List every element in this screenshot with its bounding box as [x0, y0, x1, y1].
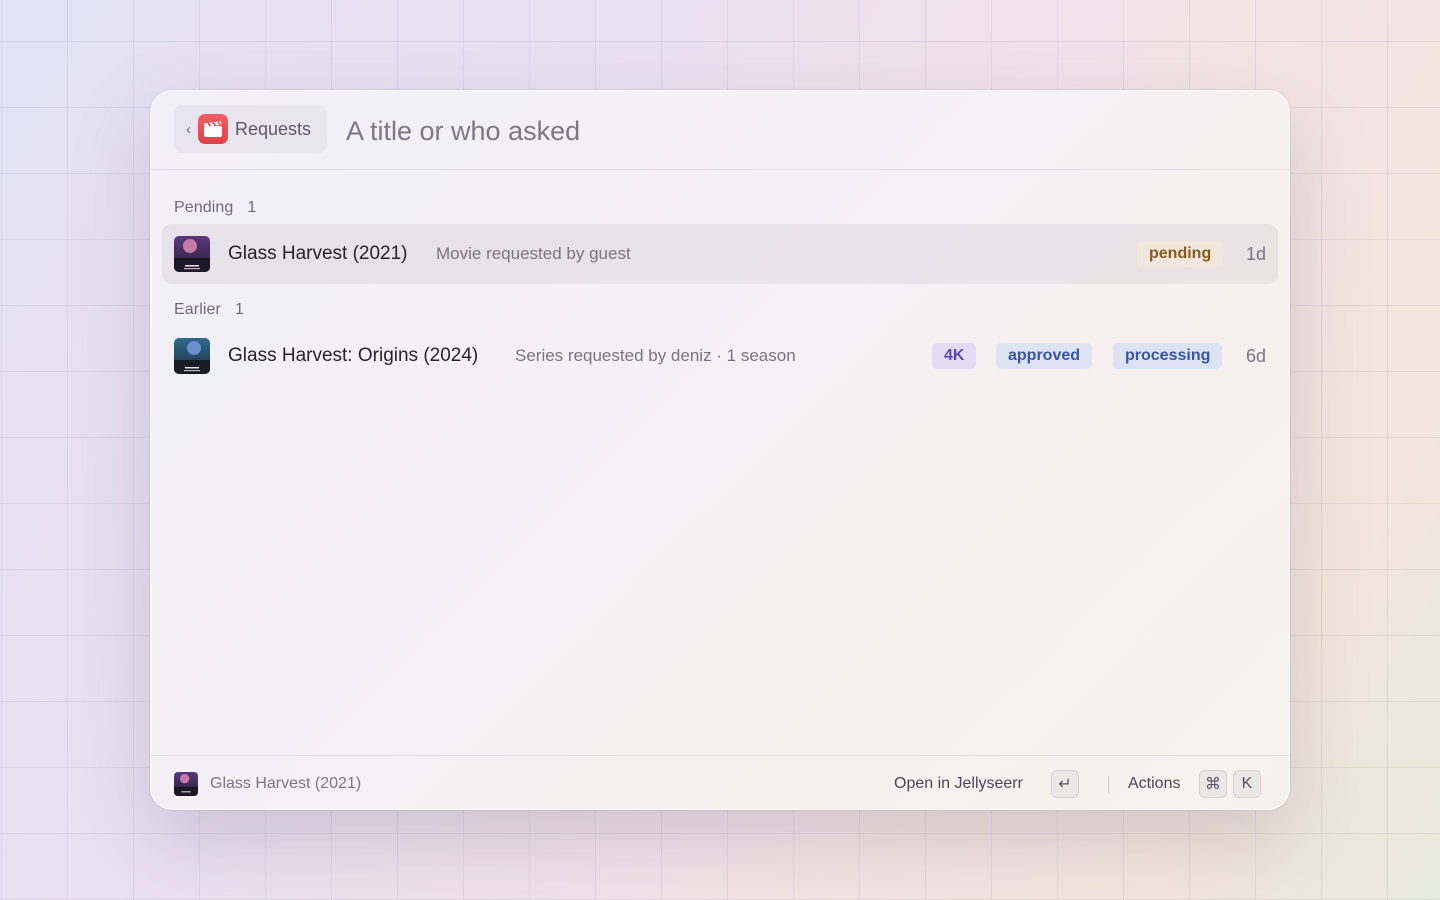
section-count: 1: [247, 199, 257, 216]
section-header-pending: Pending 1: [174, 199, 256, 217]
section-title: Pending: [174, 199, 234, 216]
poster-thumbnail-icon: [174, 772, 198, 796]
return-key-icon: ↵: [1051, 770, 1079, 798]
open-in-jellyseerr-button[interactable]: Open in Jellyseerr: [894, 775, 1023, 793]
poster-thumbnail-icon: [174, 236, 210, 272]
search-input[interactable]: [344, 112, 1048, 150]
list-item[interactable]: Glass Harvest: Origins (2024) Series req…: [162, 326, 1278, 386]
item-age: 1d: [1245, 244, 1266, 264]
k-key-icon: K: [1233, 770, 1261, 798]
command-window: ‹ Requests Pending 1: [150, 90, 1290, 810]
item-title: Glass Harvest: Origins (2024): [228, 345, 479, 366]
divider: [1108, 776, 1109, 793]
command-key-icon: ⌘: [1199, 770, 1227, 798]
back-button-label: Requests: [235, 118, 312, 139]
action-bar: Glass Harvest (2021) Open in Jellyseerr …: [150, 755, 1290, 810]
section-header-earlier: Earlier 1: [174, 301, 244, 319]
item-age: 6d: [1245, 346, 1266, 366]
item-title: Glass Harvest (2021): [228, 243, 408, 264]
clapperboard-icon: [198, 114, 228, 144]
badge-4k: 4K: [932, 343, 977, 369]
item-subtitle: Series requested by deniz · 1 season: [515, 346, 796, 365]
section-title: Earlier: [174, 301, 221, 318]
status-badge-approved: approved: [996, 343, 1093, 369]
list-item[interactable]: Glass Harvest (2021) Movie requested by …: [162, 224, 1278, 284]
chevron-left-icon: ‹: [186, 120, 191, 138]
back-button[interactable]: ‹ Requests: [174, 105, 327, 153]
selected-item-title: Glass Harvest (2021): [210, 775, 362, 792]
section-count: 1: [234, 301, 244, 318]
item-subtitle: Movie requested by guest: [436, 244, 631, 263]
status-badge-processing: processing: [1113, 343, 1223, 369]
poster-thumbnail-icon: [174, 338, 210, 374]
search-header: ‹ Requests: [150, 90, 1290, 170]
status-badge-pending: pending: [1137, 241, 1224, 267]
actions-button[interactable]: Actions: [1128, 775, 1180, 793]
